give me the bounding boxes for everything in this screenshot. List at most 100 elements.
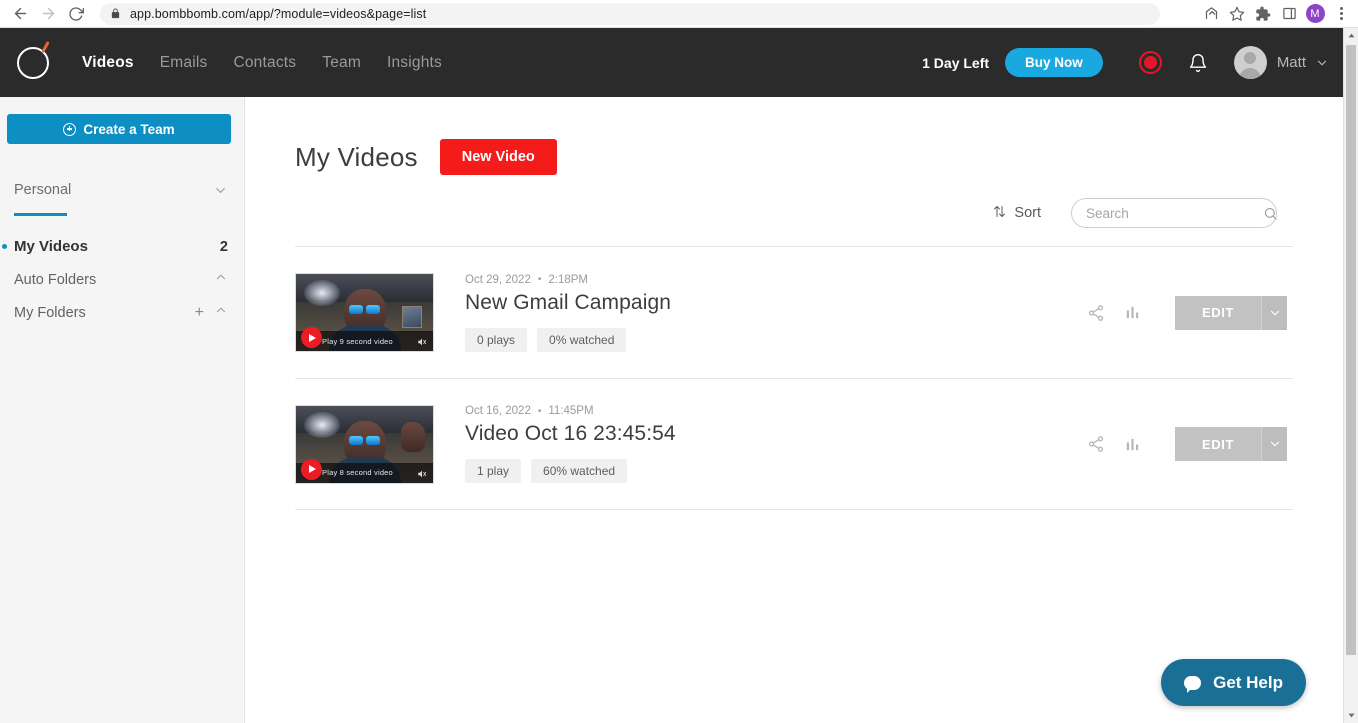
row-actions: EDIT xyxy=(1087,427,1293,461)
page-title: My Videos xyxy=(295,141,418,172)
table-row[interactable]: Play 9 second video Oct 29, 2022 • 2:18P… xyxy=(295,246,1293,378)
avatar[interactable] xyxy=(1233,46,1267,79)
play-button-icon[interactable] xyxy=(301,327,322,348)
watched-badge: 60% watched xyxy=(531,459,628,483)
header-right-controls: 1 Day Left Buy Now Matt xyxy=(922,46,1343,79)
kebab-menu-icon[interactable] xyxy=(1328,1,1354,27)
video-date: Oct 29, 2022 xyxy=(465,273,531,286)
page-header: My Videos New Video xyxy=(245,97,1343,175)
chevron-down-icon[interactable] xyxy=(1315,56,1329,70)
chat-bubble-icon xyxy=(1184,675,1202,693)
nav-item-contacts[interactable]: Contacts xyxy=(233,54,296,72)
video-date: Oct 16, 2022 xyxy=(465,405,531,417)
search-input[interactable] xyxy=(1086,205,1263,221)
edit-button-group: EDIT xyxy=(1175,427,1287,461)
create-team-label: Create a Team xyxy=(83,121,175,137)
app-header: Videos Emails Contacts Team Insights 1 D… xyxy=(0,28,1343,97)
bell-icon[interactable] xyxy=(1188,53,1208,73)
reload-button[interactable] xyxy=(62,0,90,28)
active-bullet-icon xyxy=(2,244,7,249)
chevron-down-icon[interactable] xyxy=(213,183,228,198)
video-time: 11:45PM xyxy=(548,405,594,417)
video-thumbnail[interactable]: Play 9 second video xyxy=(295,273,434,352)
edit-dropdown-chevron-down-icon[interactable] xyxy=(1261,295,1287,330)
thumbnail-caption: Play 9 second video xyxy=(322,336,393,346)
puzzle-piece-icon[interactable] xyxy=(1250,1,1276,27)
page-scrollbar[interactable] xyxy=(1343,28,1358,723)
chevron-up-icon[interactable] xyxy=(214,270,228,289)
user-name[interactable]: Matt xyxy=(1277,54,1306,71)
video-stats: 1 play 60% watched xyxy=(465,459,676,483)
nav-item-team[interactable]: Team xyxy=(322,54,361,72)
video-thumbnail[interactable]: Play 8 second video xyxy=(295,404,434,484)
thumbnail-caption: Play 8 second video xyxy=(322,468,393,477)
plays-badge: 0 plays xyxy=(465,327,528,352)
scrollbar-track[interactable] xyxy=(1344,43,1358,708)
side-panel-icon[interactable] xyxy=(1276,1,1302,27)
sidebar-nav-list: My Videos 2 Auto Folders My Folders + xyxy=(0,230,244,329)
sidebar-item-my-folders[interactable]: My Folders + xyxy=(0,296,244,329)
table-row[interactable]: Play 8 second video Oct 16, 2022 • 11:45… xyxy=(295,378,1293,510)
sidebar-item-my-videos[interactable]: My Videos 2 xyxy=(0,230,244,263)
separator-dot: • xyxy=(537,274,542,285)
sort-label: Sort xyxy=(1014,205,1041,221)
sidebar: Create a Team Personal My Videos 2 Auto … xyxy=(0,97,245,723)
share-icon[interactable] xyxy=(1087,435,1105,453)
video-datetime: Oct 29, 2022 • 2:18PM xyxy=(465,274,671,286)
scroll-down-arrow-icon[interactable] xyxy=(1344,708,1358,723)
browser-profile-avatar[interactable]: M xyxy=(1302,1,1328,27)
sidebar-item-label: My Videos xyxy=(14,238,88,255)
analytics-bar-chart-icon[interactable] xyxy=(1124,436,1141,453)
scroll-up-arrow-icon[interactable] xyxy=(1344,28,1358,43)
profile-initial: M xyxy=(1305,4,1325,23)
scrollbar-thumb[interactable] xyxy=(1346,45,1356,655)
share-icon[interactable] xyxy=(1198,1,1224,27)
sort-button[interactable]: Sort xyxy=(992,204,1041,223)
lock-icon xyxy=(110,8,121,19)
bombbomb-logo[interactable] xyxy=(0,40,66,79)
search-box[interactable] xyxy=(1071,198,1277,228)
sidebar-item-count: 2 xyxy=(219,238,228,255)
url-text: app.bombbomb.com/app/?module=videos&page… xyxy=(130,6,427,21)
browser-toolbar: app.bombbomb.com/app/?module=videos&page… xyxy=(0,0,1358,28)
star-icon[interactable] xyxy=(1224,1,1250,27)
mute-icon xyxy=(417,469,427,479)
row-actions: EDIT xyxy=(1087,295,1293,330)
record-button-icon[interactable] xyxy=(1138,51,1162,74)
video-meta: Oct 16, 2022 • 11:45PM Video Oct 16 23:4… xyxy=(465,405,676,483)
share-icon[interactable] xyxy=(1087,304,1105,322)
analytics-bar-chart-icon[interactable] xyxy=(1124,304,1141,321)
back-button[interactable] xyxy=(6,0,34,28)
search-icon[interactable] xyxy=(1263,206,1278,221)
video-stats: 0 plays 0% watched xyxy=(465,327,671,352)
video-title[interactable]: Video Oct 16 23:45:54 xyxy=(465,422,676,446)
plays-badge: 1 play xyxy=(465,459,522,483)
video-meta: Oct 29, 2022 • 2:18PM New Gmail Campaign… xyxy=(465,274,671,352)
get-help-button[interactable]: Get Help xyxy=(1161,659,1306,706)
buy-now-button[interactable]: Buy Now xyxy=(1005,48,1103,77)
play-button-icon[interactable] xyxy=(301,458,322,480)
sidebar-item-label: My Folders xyxy=(14,304,86,321)
nav-item-insights[interactable]: Insights xyxy=(387,54,442,72)
sort-arrows-icon xyxy=(992,204,1007,223)
edit-button[interactable]: EDIT xyxy=(1175,427,1261,461)
workspace-selector[interactable]: Personal xyxy=(0,174,244,216)
add-folder-icon[interactable]: + xyxy=(195,304,204,321)
main-navigation: Videos Emails Contacts Team Insights xyxy=(82,54,442,72)
address-bar[interactable]: app.bombbomb.com/app/?module=videos&page… xyxy=(100,2,1160,25)
watched-badge: 0% watched xyxy=(537,327,627,352)
video-title[interactable]: New Gmail Campaign xyxy=(465,291,671,315)
video-list: Play 9 second video Oct 29, 2022 • 2:18P… xyxy=(295,246,1293,510)
new-video-button[interactable]: New Video xyxy=(439,139,557,175)
nav-item-videos[interactable]: Videos xyxy=(82,54,134,72)
edit-dropdown-chevron-down-icon[interactable] xyxy=(1261,427,1287,461)
mute-icon xyxy=(417,337,427,347)
forward-button[interactable] xyxy=(34,0,62,28)
sidebar-item-auto-folders[interactable]: Auto Folders xyxy=(0,263,244,296)
create-team-button[interactable]: Create a Team xyxy=(7,114,231,144)
chevron-up-icon[interactable] xyxy=(214,303,228,322)
edit-button[interactable]: EDIT xyxy=(1175,295,1261,330)
plus-circle-icon xyxy=(63,122,77,136)
nav-item-emails[interactable]: Emails xyxy=(160,54,208,72)
sidebar-item-label: Auto Folders xyxy=(14,271,97,288)
